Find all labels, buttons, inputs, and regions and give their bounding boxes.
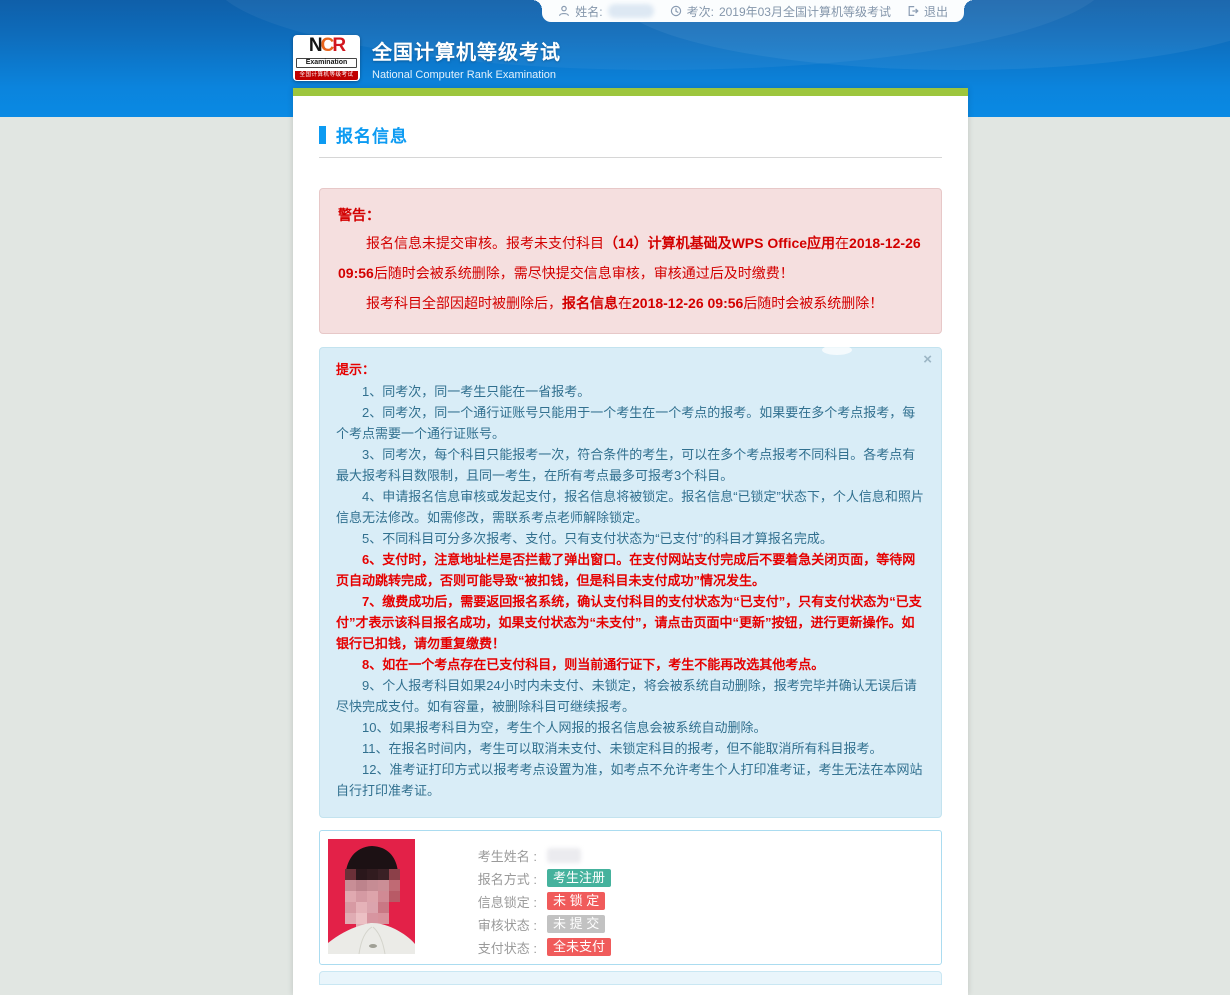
- tip-item: 8、如在一个考点存在已支付科目，则当前通行证下，考生不能再改选其他考点。: [336, 654, 925, 675]
- user-icon: [558, 5, 570, 17]
- section-marker-icon: [319, 126, 326, 144]
- close-icon[interactable]: ×: [923, 351, 932, 368]
- tips-highlight-decoration: [822, 345, 852, 355]
- tip-item: 6、支付时，注意地址栏是否拦截了弹出窗口。在支付网站支付完成后不要着急关闭页面，…: [336, 549, 925, 591]
- candidate-photo: [328, 839, 415, 954]
- tip-item: 2、同考次，同一个通行证账号只能用于一个考生在一个考点的报考。如果要在多个考点报…: [336, 402, 925, 444]
- tip-item: 12、准考证打印方式以报考考点设置为准，如考点不允许考生个人打印准考证，考生无法…: [336, 759, 925, 801]
- field-pay-status-label: 支付状态 :: [463, 938, 537, 957]
- page: 姓名: 考次: 2019年03月全国计算机等级考试 退出: [0, 0, 1230, 117]
- field-name: 考生姓名 :: [463, 846, 611, 864]
- logout-label: 退出: [924, 3, 948, 20]
- candidate-card: 考生姓名 : 报名方式 : 考生注册 信息锁定 : 未 锁 定 审核状态 : 未…: [319, 830, 942, 965]
- field-registration-mode-label: 报名方式 :: [463, 869, 537, 888]
- ncre-logo-letters: NCR: [296, 37, 357, 55]
- registration-mode-badge: 考生注册: [547, 869, 611, 887]
- warning-paragraph: 报名信息未提交审核。报考未支付科目（14）计算机基础及WPS Office应用在…: [338, 228, 923, 288]
- warning-title: 警告：: [338, 202, 923, 228]
- next-panel: [319, 971, 942, 985]
- tip-item: 4、申请报名信息审核或发起支付，报名信息将被锁定。报名信息“已锁定”状态下，个人…: [336, 486, 925, 528]
- tip-item: 11、在报名时间内，考生可以取消未支付、未锁定科目的报考，但不能取消所有科目报考…: [336, 738, 925, 759]
- user-name-redacted: [608, 4, 654, 18]
- candidate-name-redacted: [547, 848, 581, 863]
- green-stripe: [293, 88, 968, 96]
- user-name-group: 姓名:: [558, 3, 653, 20]
- user-bar: 姓名: 考次: 2019年03月全国计算机等级考试 退出: [542, 0, 964, 22]
- exam-session-group: 考次: 2019年03月全国计算机等级考试: [670, 3, 891, 20]
- warning-paragraph: 报考科目全部因超时被删除后，报名信息在2018-12-26 09:56后随时会被…: [338, 288, 923, 318]
- logout-icon: [907, 5, 919, 17]
- tips-title: 提示：: [336, 359, 925, 381]
- field-audit-status-label: 审核状态 :: [463, 915, 537, 934]
- field-name-label: 考生姓名 :: [463, 846, 537, 865]
- tip-item: 9、个人报考科目如果24小时内未支付、未锁定，将会被系统自动删除，报考完毕并确认…: [336, 675, 925, 717]
- field-registration-mode: 报名方式 : 考生注册: [463, 869, 611, 887]
- exam-session-icon: [670, 5, 682, 17]
- user-name-label: 姓名:: [575, 3, 602, 20]
- tip-item: 7、缴费成功后，需要返回报名系统，确认支付科目的支付状态为“已支付”，只有支付状…: [336, 591, 925, 654]
- logout-button[interactable]: 退出: [907, 3, 948, 20]
- audit-status-badge: 未 提 交: [547, 915, 605, 933]
- ncre-logo: NCR Examination 全国计算机等级考试: [293, 35, 360, 81]
- tip-item: 1、同考次，同一考生只能在一省报考。: [336, 381, 925, 402]
- field-info-lock: 信息锁定 : 未 锁 定: [463, 892, 611, 910]
- tip-item: 5、不同科目可分多次报考、支付。只有支付状态为“已支付”的科目才算报名完成。: [336, 528, 925, 549]
- candidate-fields: 考生姓名 : 报名方式 : 考生注册 信息锁定 : 未 锁 定 审核状态 : 未…: [463, 839, 611, 956]
- site-subtitle: National Computer Rank Examination: [372, 69, 561, 81]
- tip-item: 3、同考次，每个科目只能报考一次，符合条件的考生，可以在多个考点报考不同科目。各…: [336, 444, 925, 486]
- field-info-lock-label: 信息锁定 :: [463, 892, 537, 911]
- field-pay-status: 支付状态 : 全未支付: [463, 938, 611, 956]
- tip-item: 10、如果报考科目为空，考生个人网报的报名信息会被系统自动删除。: [336, 717, 925, 738]
- page-title: 报名信息: [336, 122, 408, 147]
- ncre-logo-strip: 全国计算机等级考试: [295, 71, 358, 80]
- info-lock-badge: 未 锁 定: [547, 892, 605, 910]
- field-audit-status: 审核状态 : 未 提 交: [463, 915, 611, 933]
- exam-session-value: 2019年03月全国计算机等级考试: [719, 3, 891, 20]
- warning-box: 警告： 报名信息未提交审核。报考未支付科目（14）计算机基础及WPS Offic…: [319, 188, 942, 334]
- tips-box: × 提示： 1、同考次，同一考生只能在一省报考。 2、同考次，同一个通行证账号只…: [319, 347, 942, 818]
- brand-text: 全国计算机等级考试 National Computer Rank Examina…: [372, 36, 561, 81]
- section-head: 报名信息: [319, 96, 942, 147]
- content-column: 报名信息 警告： 报名信息未提交审核。报考未支付科目（14）计算机基础及WPS …: [293, 88, 968, 995]
- site-title: 全国计算机等级考试: [372, 36, 561, 65]
- ncre-logo-examination: Examination: [296, 58, 357, 68]
- pay-status-badge: 全未支付: [547, 938, 611, 956]
- exam-session-label: 考次:: [687, 3, 714, 20]
- content-body: 报名信息 警告： 报名信息未提交审核。报考未支付科目（14）计算机基础及WPS …: [293, 96, 968, 995]
- brand: NCR Examination 全国计算机等级考试 全国计算机等级考试 Nati…: [293, 35, 561, 81]
- section-divider: [319, 157, 942, 158]
